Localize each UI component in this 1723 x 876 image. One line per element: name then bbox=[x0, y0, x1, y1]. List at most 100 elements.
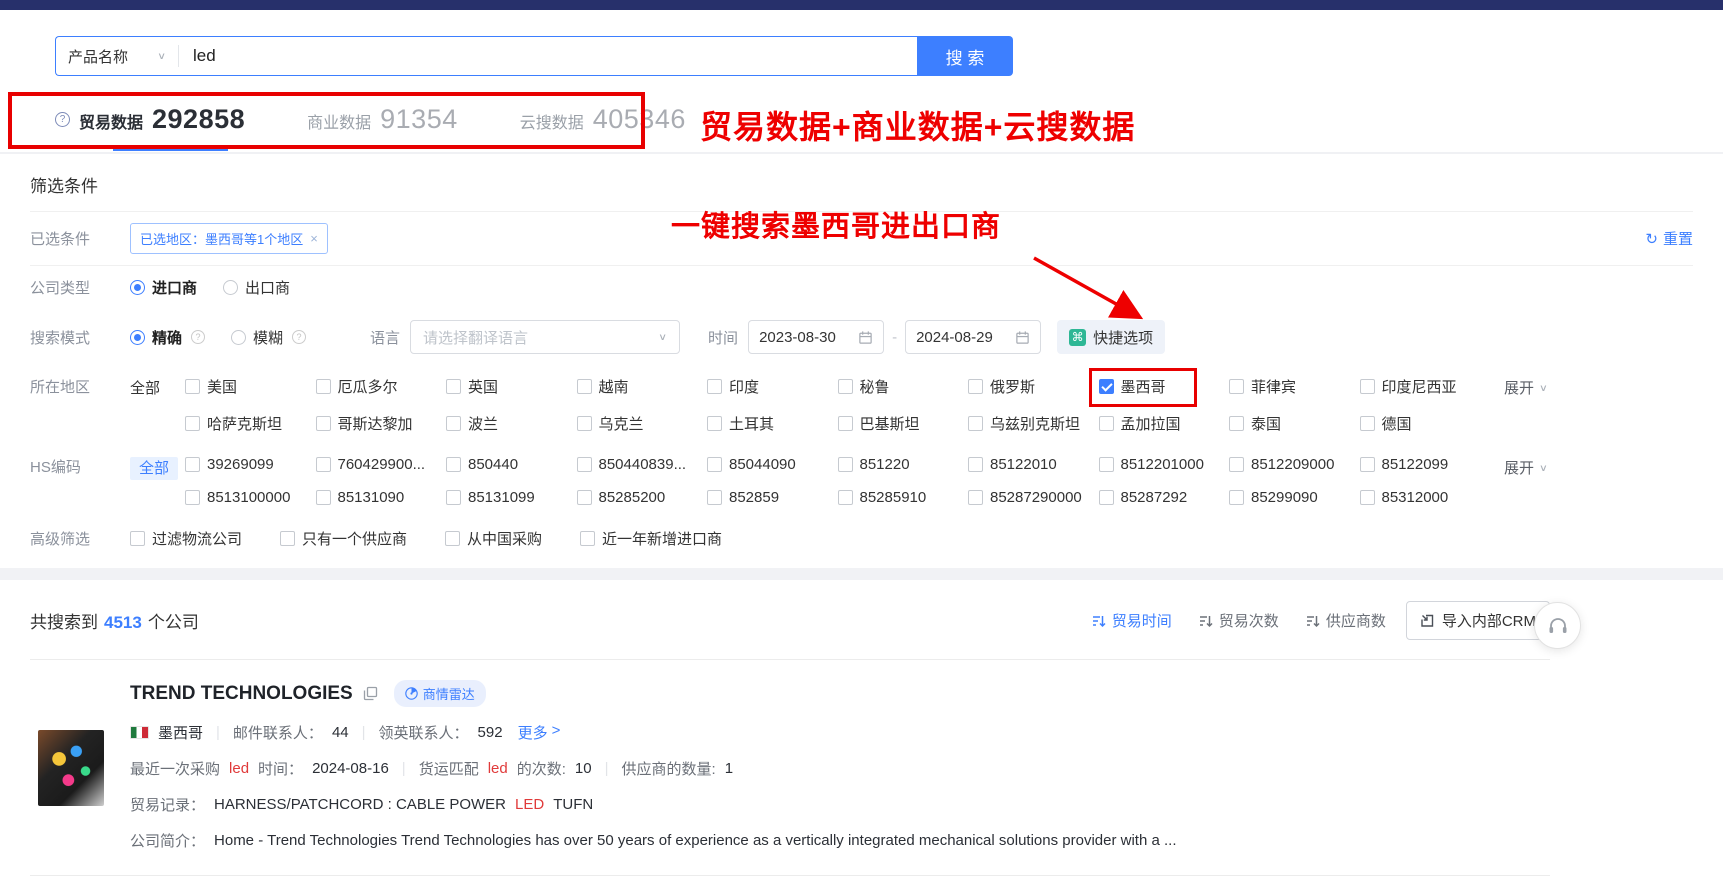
region-checkbox-item[interactable]: 泰国 bbox=[1229, 413, 1360, 434]
region-checkbox-item[interactable]: 孟加拉国 bbox=[1099, 413, 1230, 434]
company-type-options: 进口商 出口商 bbox=[130, 277, 316, 298]
search-mode-radio[interactable]: 模糊 bbox=[231, 327, 306, 348]
company-type-radio[interactable]: 进口商 bbox=[130, 277, 197, 298]
hs-checkbox-item[interactable]: 852859 bbox=[707, 489, 838, 506]
checkbox-icon bbox=[446, 457, 461, 472]
region-checkbox-item[interactable]: 印度尼西亚 bbox=[1360, 376, 1491, 397]
company-name[interactable]: TREND TECHNOLOGIES bbox=[130, 683, 353, 705]
checkbox-label: 德国 bbox=[1382, 413, 1412, 434]
hs-checkbox-item[interactable]: 850440839... bbox=[577, 456, 708, 473]
search-input[interactable] bbox=[179, 46, 917, 66]
company-type-radio[interactable]: 出口商 bbox=[223, 277, 290, 298]
reset-filters-button[interactable]: ↻ 重置 bbox=[1645, 228, 1693, 249]
checkbox-label: 秘鲁 bbox=[860, 376, 890, 397]
region-checkbox-item[interactable]: 英国 bbox=[446, 376, 577, 397]
advanced-checkbox-item[interactable]: 过滤物流公司 bbox=[130, 528, 242, 549]
customer-service-button[interactable] bbox=[1534, 602, 1581, 649]
hs-checkbox-item[interactable]: 8512201000 bbox=[1099, 456, 1230, 473]
tab-count: 292858 bbox=[152, 104, 245, 135]
sort-label: 贸易时间 bbox=[1112, 610, 1172, 631]
checkbox-label: 85287290000 bbox=[990, 489, 1082, 506]
region-checkbox-item[interactable]: 波兰 bbox=[446, 413, 577, 434]
advanced-checkbox-item[interactable]: 近一年新增进口商 bbox=[580, 528, 722, 549]
purchase-date: 2024-08-16 bbox=[312, 760, 389, 777]
region-all-link[interactable]: 全部 bbox=[130, 376, 185, 398]
region-checkbox-item[interactable]: 美国 bbox=[185, 376, 316, 397]
region-checkbox-item[interactable]: 印度 bbox=[707, 376, 838, 397]
date-to-input[interactable]: 2024-08-29 bbox=[905, 320, 1041, 354]
company-thumbnail[interactable] bbox=[38, 730, 104, 806]
region-expand-toggle[interactable]: 展开 ∨ bbox=[1504, 376, 1576, 398]
checkbox-label: 过滤物流公司 bbox=[152, 528, 242, 549]
info-icon[interactable] bbox=[292, 330, 306, 344]
hs-checkbox-item[interactable]: 851220 bbox=[838, 456, 969, 473]
info-icon[interactable] bbox=[191, 330, 205, 344]
data-source-tab[interactable]: 贸易数据 292858 bbox=[55, 104, 245, 135]
hs-checkbox-item[interactable]: 8512209000 bbox=[1229, 456, 1360, 473]
hs-checkbox-item[interactable]: 85312000 bbox=[1360, 489, 1491, 506]
hs-all-link[interactable]: 全部 bbox=[130, 456, 185, 478]
search-mode-options: 精确 模糊 bbox=[130, 327, 332, 348]
language-select[interactable]: 请选择翻译语言 ∨ bbox=[410, 320, 680, 354]
region-checkbox-item[interactable]: 秘鲁 bbox=[838, 376, 969, 397]
radar-badge[interactable]: 商情雷达 bbox=[394, 680, 486, 707]
hs-checkbox-item[interactable]: 85044090 bbox=[707, 456, 838, 473]
sort-button[interactable]: 供应商数 bbox=[1306, 610, 1386, 631]
search-category-select[interactable]: 产品名称 ∨ bbox=[56, 46, 178, 67]
region-checkbox-item[interactable]: 哈萨克斯坦 bbox=[185, 413, 316, 434]
checkbox-icon bbox=[1099, 457, 1114, 472]
radio-icon bbox=[130, 280, 145, 295]
checkbox-label: 从中国采购 bbox=[467, 528, 542, 549]
copy-icon[interactable] bbox=[363, 686, 378, 701]
hs-checkbox-item[interactable]: 85131090 bbox=[316, 489, 447, 506]
region-checkbox-item[interactable]: 哥斯达黎加 bbox=[316, 413, 447, 434]
selected-region-tag[interactable]: 已选地区：墨西哥等1个地区 × bbox=[130, 223, 328, 254]
remove-tag-icon[interactable]: × bbox=[310, 231, 318, 246]
hs-expand-toggle[interactable]: 展开 ∨ bbox=[1504, 456, 1576, 478]
more-link[interactable]: 更多 > bbox=[518, 722, 561, 743]
sort-button[interactable]: 贸易时间 bbox=[1092, 610, 1172, 631]
hs-checkbox-item[interactable]: 850440 bbox=[446, 456, 577, 473]
region-checkbox-item[interactable]: 巴基斯坦 bbox=[838, 413, 969, 434]
hs-checkbox-item[interactable]: 85287290000 bbox=[968, 489, 1099, 506]
hs-checkbox-item[interactable]: 39269099 bbox=[185, 456, 316, 473]
hs-checkbox-item[interactable]: 85131099 bbox=[446, 489, 577, 506]
search-mode-radio[interactable]: 精确 bbox=[130, 327, 205, 348]
selected-region-tag-text: 已选地区：墨西哥等1个地区 bbox=[140, 229, 303, 248]
advanced-checkbox-item[interactable]: 从中国采购 bbox=[445, 528, 542, 549]
hs-checkbox-item[interactable]: 85122099 bbox=[1360, 456, 1491, 473]
hs-checkbox-item[interactable]: 85299090 bbox=[1229, 489, 1360, 506]
hs-checkbox-item[interactable]: 85285200 bbox=[577, 489, 708, 506]
checkbox-icon bbox=[316, 416, 331, 431]
data-source-tab[interactable]: 商业数据 91354 bbox=[307, 104, 458, 135]
hs-checkbox-item[interactable]: 85122010 bbox=[968, 456, 1099, 473]
section-divider bbox=[0, 568, 1723, 580]
tabs-list: 贸易数据 292858 商业数据 91354 云搜数据 405346 bbox=[55, 104, 1723, 135]
region-checkbox-item[interactable]: 俄罗斯 bbox=[968, 376, 1099, 397]
region-checkbox-item[interactable]: 厄瓜多尔 bbox=[316, 376, 447, 397]
keyword-highlight: led bbox=[229, 760, 249, 777]
region-checkbox-item[interactable]: 乌兹别克斯坦 bbox=[968, 413, 1099, 434]
quick-options-button[interactable]: ⌘ 快捷选项 bbox=[1057, 320, 1165, 354]
hs-checkbox-item[interactable]: 8513100000 bbox=[185, 489, 316, 506]
keyword-highlight: led bbox=[488, 760, 508, 777]
region-checkbox-item[interactable]: 菲律宾 bbox=[1229, 376, 1360, 397]
region-checkbox-item[interactable]: 乌克兰 bbox=[577, 413, 708, 434]
date-range-separator: - bbox=[892, 329, 897, 346]
sort-button[interactable]: 贸易次数 bbox=[1199, 610, 1279, 631]
region-checkbox-item[interactable]: 德国 bbox=[1360, 413, 1491, 434]
hs-checkbox-item[interactable]: 760429900... bbox=[316, 456, 447, 473]
region-checkbox-item[interactable]: 土耳其 bbox=[707, 413, 838, 434]
advanced-checkbox-item[interactable]: 只有一个供应商 bbox=[280, 528, 407, 549]
checkbox-label: 85312000 bbox=[1382, 489, 1449, 506]
region-checkbox-item[interactable]: 越南 bbox=[577, 376, 708, 397]
hs-checkbox-item[interactable]: 85285910 bbox=[838, 489, 969, 506]
import-crm-button[interactable]: 导入内部CRM bbox=[1406, 601, 1550, 640]
search-mode-label: 搜索模式 bbox=[30, 327, 130, 348]
date-from-input[interactable]: 2023-08-30 bbox=[748, 320, 884, 354]
divider: | bbox=[362, 724, 366, 741]
hs-checkbox-item[interactable]: 85287292 bbox=[1099, 489, 1230, 506]
search-button[interactable]: 搜 索 bbox=[917, 36, 1013, 76]
region-checkbox-item[interactable]: 墨西哥 bbox=[1099, 376, 1230, 397]
data-source-tab[interactable]: 云搜数据 405346 bbox=[520, 104, 686, 135]
